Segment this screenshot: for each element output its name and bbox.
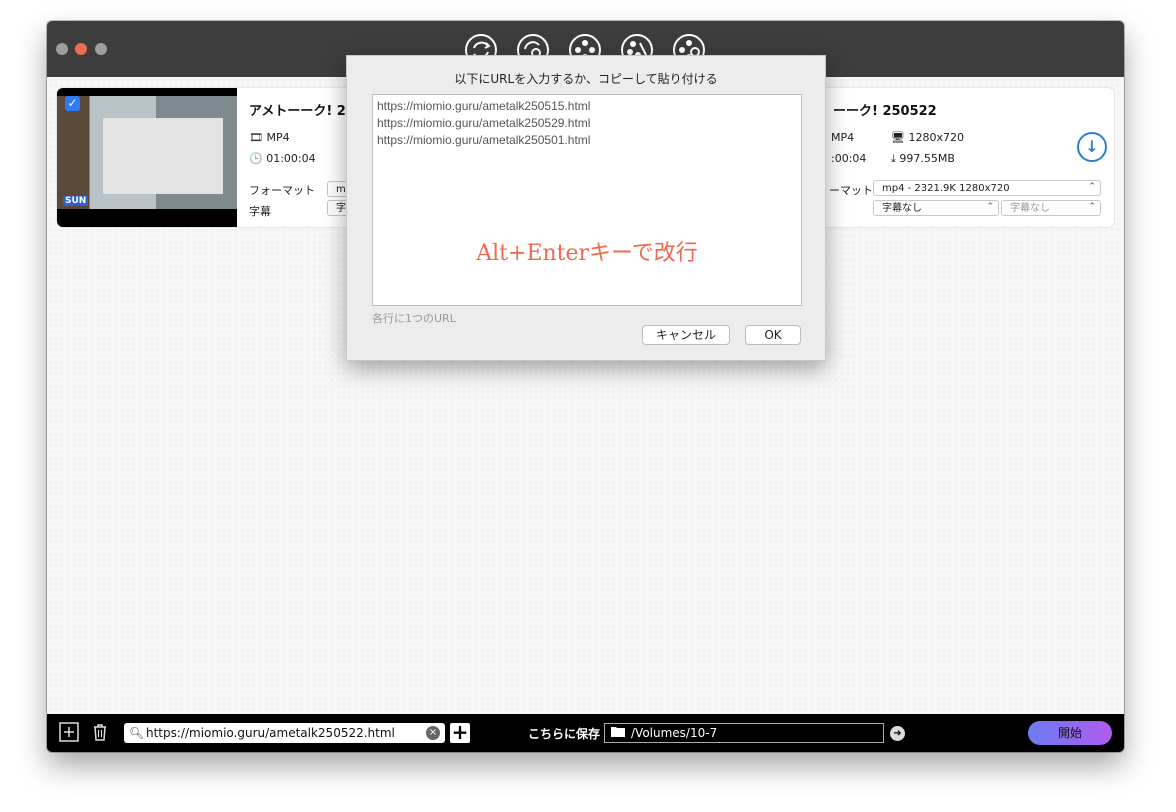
save-path-field[interactable]: /Volumes/10-7 xyxy=(604,723,884,743)
thumbnail-placeholder xyxy=(103,118,223,194)
url-line: https://miomio.guru/ametalk250515.html xyxy=(377,99,591,113)
size-info: ⤓ 997.55MB xyxy=(891,152,955,166)
subtitle-label: 字幕 xyxy=(249,205,271,218)
select-checkbox[interactable]: ✓ xyxy=(65,96,80,111)
film-icon: 🎞 xyxy=(249,131,263,144)
format-value-right: MP4 xyxy=(831,131,855,144)
format-select[interactable]: mp4 - 2321.9K 1280x720 xyxy=(873,179,1101,196)
download-button[interactable]: ↓ xyxy=(1077,132,1107,162)
close-window-button[interactable] xyxy=(56,43,68,55)
monitor-icon: 🖥 xyxy=(891,131,905,144)
download-size-icon: ⤓ xyxy=(891,152,896,165)
folder-icon xyxy=(611,724,625,742)
duration-info-right: :00:04 xyxy=(831,152,866,165)
newline-hint: Alt+Enterキーで改行 xyxy=(476,241,698,266)
url-input-value: https://miomio.guru/ametalk250522.html xyxy=(146,726,395,740)
size-value: 997.55MB xyxy=(899,152,955,165)
add-url-button[interactable]: + xyxy=(450,722,470,743)
resolution-value: 1280x720 xyxy=(908,131,964,144)
search-icon: 🔍︎ xyxy=(129,726,145,740)
add-icon[interactable] xyxy=(59,722,79,742)
save-path-value: /Volumes/10-7 xyxy=(631,726,718,740)
clock-icon: 🕒 xyxy=(249,152,263,165)
url-line: https://miomio.guru/ametalk250501.html xyxy=(377,133,591,147)
duration-info: 🕒 01:00:04 xyxy=(249,152,316,165)
dialog-title: 以下にURLを入力するか、コピーして貼り付ける xyxy=(454,72,718,86)
channel-logo: SUN xyxy=(63,196,89,206)
format-info: 🎞 MP4 xyxy=(249,131,290,144)
bottom-bar: 🔍︎ https://miomio.guru/ametalk250522.htm… xyxy=(47,714,1124,752)
format-label: フォーマット xyxy=(249,184,315,197)
cancel-button[interactable]: キャンセル xyxy=(642,325,730,345)
subtitle-select-secondary[interactable]: 字幕なし xyxy=(1001,199,1101,216)
resolution-info: 🖥 1280x720 xyxy=(891,131,964,144)
url-textarea[interactable]: https://miomio.guru/ametalk250515.html h… xyxy=(372,94,802,306)
url-input[interactable]: 🔍︎ https://miomio.guru/ametalk250522.htm… xyxy=(124,723,445,743)
video-title: アメトーーク! 25 xyxy=(249,104,355,119)
save-location-label: こちらに保存 xyxy=(528,727,601,741)
subtitle-select[interactable]: 字幕なし xyxy=(873,199,999,216)
ok-button[interactable]: OK xyxy=(745,325,801,345)
video-thumbnail: ✓ SUN xyxy=(57,88,237,227)
browse-arrow-icon[interactable]: ➜ xyxy=(890,726,905,741)
dialog-note: 各行に1つのURL xyxy=(372,312,456,325)
duration-value: 01:00:04 xyxy=(266,152,316,165)
duration-value-right: :00:04 xyxy=(831,152,867,165)
zoom-window-button[interactable] xyxy=(95,43,107,55)
start-button[interactable]: 開始 xyxy=(1028,721,1112,745)
trash-icon[interactable] xyxy=(90,722,110,742)
video-title-right: ーーク! 250522 xyxy=(833,104,937,119)
clear-icon[interactable]: × xyxy=(426,726,440,740)
format-info-right: MP4 xyxy=(831,131,854,144)
format-value: MP4 xyxy=(266,131,290,144)
url-line: https://miomio.guru/ametalk250529.html xyxy=(377,116,591,130)
url-input-dialog: 以下にURLを入力するか、コピーして貼り付ける https://miomio.g… xyxy=(346,55,826,361)
minimize-window-button[interactable] xyxy=(75,43,87,55)
format-label-right: ーマット xyxy=(829,184,873,197)
